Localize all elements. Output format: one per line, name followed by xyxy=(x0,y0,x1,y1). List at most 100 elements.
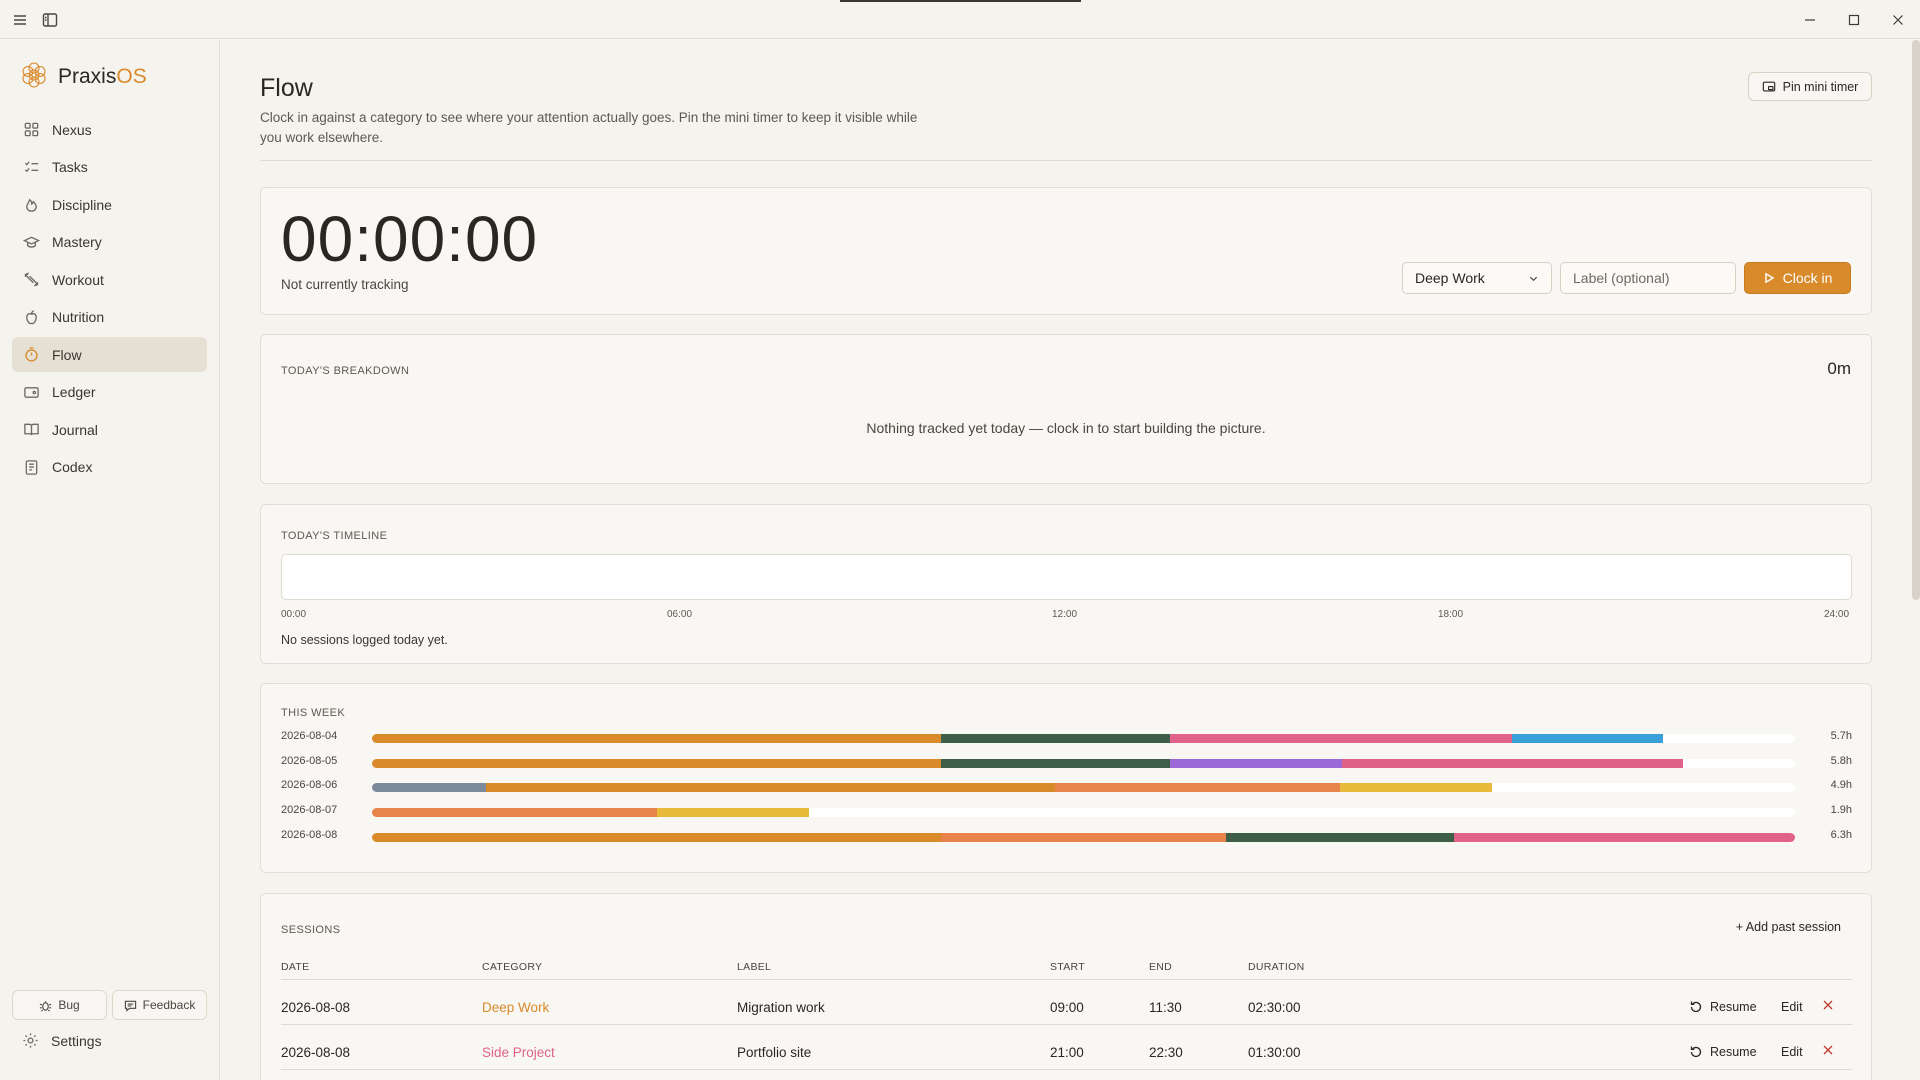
week-bar-segment[interactable] xyxy=(656,808,809,818)
week-bar-segment[interactable] xyxy=(941,832,1226,842)
session-duration: 01:30:00 xyxy=(1248,1045,1301,1060)
breakdown-heading: TODAY'S BREAKDOWN xyxy=(281,365,410,377)
menu-icon[interactable] xyxy=(11,11,29,29)
page-title: Flow xyxy=(260,74,313,102)
week-bar xyxy=(372,808,1795,818)
column-header-date: DATE xyxy=(281,961,310,973)
sidebar-item-flow[interactable]: Flow xyxy=(12,337,207,372)
sidebar-item-nutrition[interactable]: Nutrition xyxy=(12,300,207,335)
breakdown-empty-message: Nothing tracked yet today — clock in to … xyxy=(866,420,1266,436)
week-row: 2026-08-08 6.3h xyxy=(281,829,1852,843)
week-date: 2026-08-04 xyxy=(281,730,338,742)
week-bar-segment[interactable] xyxy=(1340,783,1493,793)
sidebar-item-label: Discipline xyxy=(52,196,112,213)
sidebar-item-label: Journal xyxy=(52,421,98,438)
scrollbar[interactable] xyxy=(1912,40,1920,600)
week-bar-segment[interactable] xyxy=(372,783,487,793)
week-bar-segment[interactable] xyxy=(1512,734,1663,743)
add-past-session-button[interactable]: + Add past session xyxy=(1736,920,1841,934)
book-icon xyxy=(24,423,39,436)
sidebar-item-ledger[interactable]: Ledger xyxy=(12,375,207,410)
sidebar-item-discipline[interactable]: Discipline xyxy=(12,187,207,222)
week-bar xyxy=(372,832,1795,842)
week-bar-segment[interactable] xyxy=(1055,783,1341,793)
play-icon xyxy=(1764,272,1774,284)
timer-display: 00:00:00 xyxy=(281,203,539,275)
week-bar-segment[interactable] xyxy=(1169,758,1343,768)
notebook-icon xyxy=(25,459,38,475)
session-end: 22:30 xyxy=(1149,1045,1183,1060)
week-date: 2026-08-06 xyxy=(281,779,338,792)
sidebar-nav: Nexus Tasks Discipline Mastery Workout N… xyxy=(12,112,207,487)
resume-button[interactable]: Resume xyxy=(1689,1000,1757,1014)
sidebar-item-label: Nutrition xyxy=(52,309,105,325)
timeline-track[interactable] xyxy=(281,554,1852,600)
picture-in-picture-icon xyxy=(1762,81,1775,92)
label-input[interactable] xyxy=(1560,262,1736,294)
sidebar-item-tasks[interactable]: Tasks xyxy=(12,150,207,185)
edit-button[interactable]: Edit xyxy=(1781,1045,1803,1059)
session-duration: 02:30:00 xyxy=(1248,1000,1301,1015)
bug-report-button[interactable]: Bug xyxy=(12,990,107,1020)
sidebar-item-label: Flow xyxy=(52,346,82,363)
week-heading: THIS WEEK xyxy=(281,707,346,719)
close-icon[interactable] xyxy=(1887,9,1909,31)
pin-mini-timer-button[interactable]: Pin mini timer xyxy=(1748,72,1872,101)
column-header-label: LABEL xyxy=(737,961,772,973)
week-bar-segment[interactable] xyxy=(941,758,1170,768)
edit-button[interactable]: Edit xyxy=(1781,1000,1803,1014)
sidebar-item-nexus[interactable]: Nexus xyxy=(12,112,207,147)
week-bar xyxy=(372,734,1795,743)
graduation-cap-icon xyxy=(23,236,40,248)
rotate-icon xyxy=(1690,1001,1702,1013)
sidebar-item-label: Nexus xyxy=(52,121,92,138)
sidebar-toggle-icon[interactable] xyxy=(41,11,59,29)
sidebar-item-workout[interactable]: Workout xyxy=(12,262,207,297)
week-date: 2026-08-05 xyxy=(281,754,338,767)
session-end: 11:30 xyxy=(1149,1000,1182,1015)
week-row: 2026-08-04 5.7h xyxy=(281,730,1852,744)
sidebar-item-label: Codex xyxy=(52,459,93,475)
week-bar-segment[interactable] xyxy=(1169,734,1513,743)
row-divider xyxy=(281,1024,1852,1025)
session-start: 09:00 xyxy=(1050,1000,1084,1015)
feedback-button[interactable]: Feedback xyxy=(112,990,207,1020)
session-start: 21:00 xyxy=(1050,1045,1084,1060)
week-bar-segment[interactable] xyxy=(372,758,942,768)
clock-in-button[interactable]: Clock in xyxy=(1744,262,1851,294)
delete-icon[interactable] xyxy=(1822,998,1834,1015)
sidebar-item-mastery[interactable]: Mastery xyxy=(12,225,207,260)
brand[interactable]: PraxisOS xyxy=(20,60,147,94)
week-bar-segment[interactable] xyxy=(1342,758,1683,768)
minimize-icon[interactable] xyxy=(1799,9,1821,31)
sidebar-item-label: Ledger xyxy=(52,384,96,400)
flame-icon xyxy=(26,198,37,212)
timeline-tick: 06:00 xyxy=(667,609,693,620)
rotate-icon xyxy=(1690,1046,1702,1058)
week-bar-segment[interactable] xyxy=(1454,832,1795,842)
session-category[interactable]: Deep Work xyxy=(482,1000,549,1015)
week-bar-segment[interactable] xyxy=(1225,832,1455,842)
session-category[interactable]: Side Project xyxy=(482,1045,555,1060)
category-select[interactable]: Deep Work xyxy=(1402,262,1552,294)
settings-link[interactable]: Settings xyxy=(22,1032,102,1049)
dumbbell-icon xyxy=(24,272,39,287)
column-header-start: START xyxy=(1050,961,1085,973)
maximize-icon[interactable] xyxy=(1843,9,1865,31)
drag-region[interactable] xyxy=(840,0,1081,2)
sidebar-item-journal[interactable]: Journal xyxy=(12,412,207,447)
delete-icon[interactable] xyxy=(1822,1043,1834,1060)
sidebar-item-codex[interactable]: Codex xyxy=(12,450,207,485)
week-bar-segment[interactable] xyxy=(486,783,1056,793)
week-bar-segment[interactable] xyxy=(372,832,942,842)
app-name: PraxisOS xyxy=(58,65,147,88)
timeline-tick: 24:00 xyxy=(1824,609,1850,620)
week-bar-segment[interactable] xyxy=(372,808,657,818)
resume-button[interactable]: Resume xyxy=(1689,1045,1757,1059)
page-description: Clock in against a category to see where… xyxy=(260,110,918,145)
timeline-tick: 12:00 xyxy=(1052,609,1078,620)
week-hours: 1.9h xyxy=(1830,804,1852,817)
week-hours: 4.9h xyxy=(1830,779,1852,792)
week-bar-segment[interactable] xyxy=(372,734,942,743)
week-bar-segment[interactable] xyxy=(941,734,1170,743)
